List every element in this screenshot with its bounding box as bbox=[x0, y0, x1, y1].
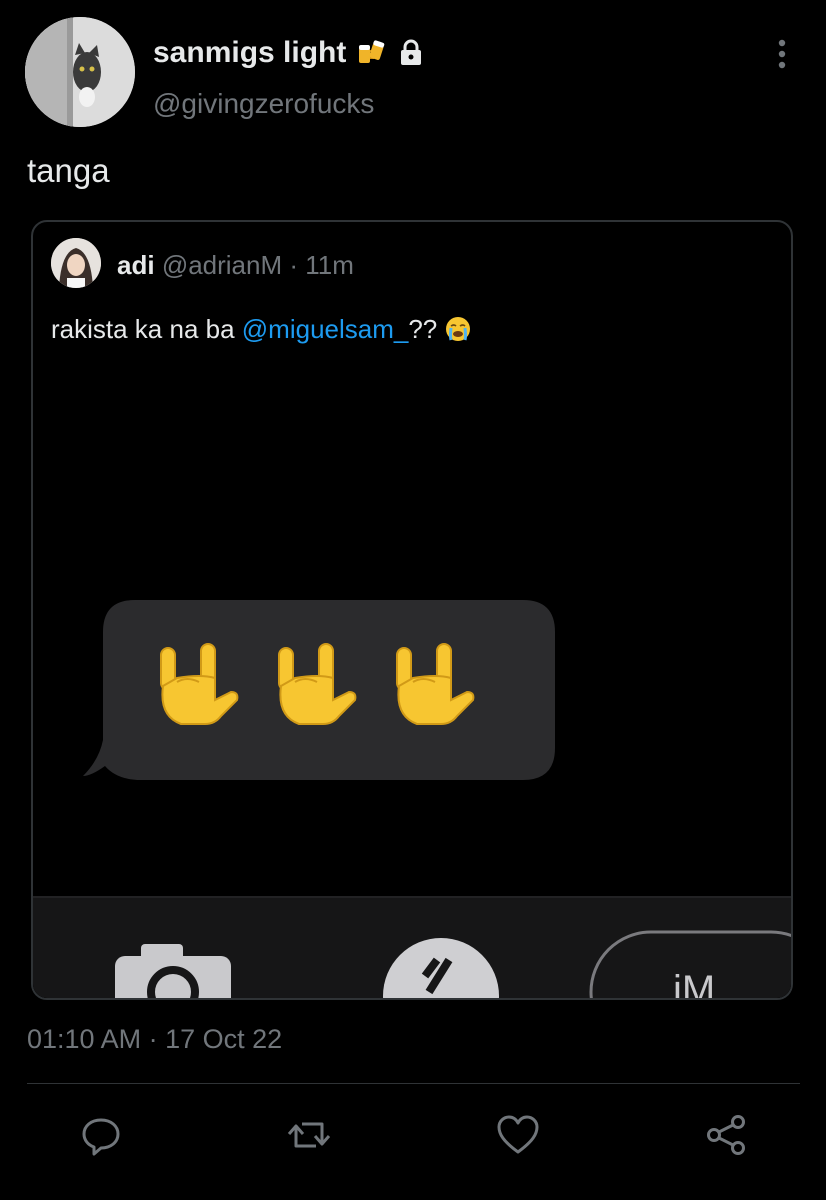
quoted-author-handle[interactable]: @adrianM bbox=[162, 250, 282, 280]
quoted-author-avatar[interactable] bbox=[51, 238, 101, 288]
divider bbox=[27, 1083, 800, 1084]
quoted-tweet-card[interactable]: adi @adrianM · 11m rakista ka na ba @mig… bbox=[31, 220, 793, 1000]
imessage-field-text: iM bbox=[673, 968, 716, 1000]
retweet-icon[interactable] bbox=[286, 1112, 332, 1158]
mention-link[interactable]: @miguelsam_ bbox=[242, 314, 409, 344]
author-display-name[interactable]: sanmigs light bbox=[153, 36, 346, 70]
rock-on-hand-icon bbox=[275, 638, 357, 739]
author-display-name-row[interactable]: sanmigs light bbox=[153, 36, 426, 70]
author-handle[interactable]: @givingzerofucks bbox=[153, 88, 374, 120]
cat-photo-avatar-icon bbox=[25, 17, 135, 127]
crying-face-icon bbox=[445, 316, 471, 349]
more-options-icon[interactable] bbox=[772, 38, 792, 72]
quoted-text-before: rakista ka na ba bbox=[51, 314, 242, 344]
rock-on-hand-icon bbox=[393, 638, 475, 739]
quoted-text-after: ?? bbox=[408, 314, 445, 344]
like-icon[interactable] bbox=[495, 1112, 541, 1158]
tweet-timestamp[interactable]: 01:10 AM · 17 Oct 22 bbox=[27, 1024, 282, 1055]
quoted-tweet-header: adi @adrianM · 11m bbox=[117, 250, 354, 281]
reply-icon[interactable] bbox=[78, 1112, 124, 1158]
share-icon[interactable] bbox=[704, 1112, 750, 1158]
quoted-tweet-text: rakista ka na ba @miguelsam_?? bbox=[51, 314, 471, 349]
beer-mugs-icon bbox=[356, 38, 386, 68]
quoted-author-name[interactable]: adi bbox=[117, 250, 155, 280]
person-photo-avatar-icon bbox=[51, 238, 101, 288]
quoted-tweet-image[interactable]: iM bbox=[33, 356, 791, 998]
lock-icon bbox=[396, 38, 426, 68]
author-avatar[interactable] bbox=[25, 17, 135, 127]
quoted-tweet-time: · 11m bbox=[289, 250, 354, 280]
tweet-text: tanga bbox=[27, 152, 110, 189]
rock-on-hand-icon bbox=[157, 638, 239, 739]
